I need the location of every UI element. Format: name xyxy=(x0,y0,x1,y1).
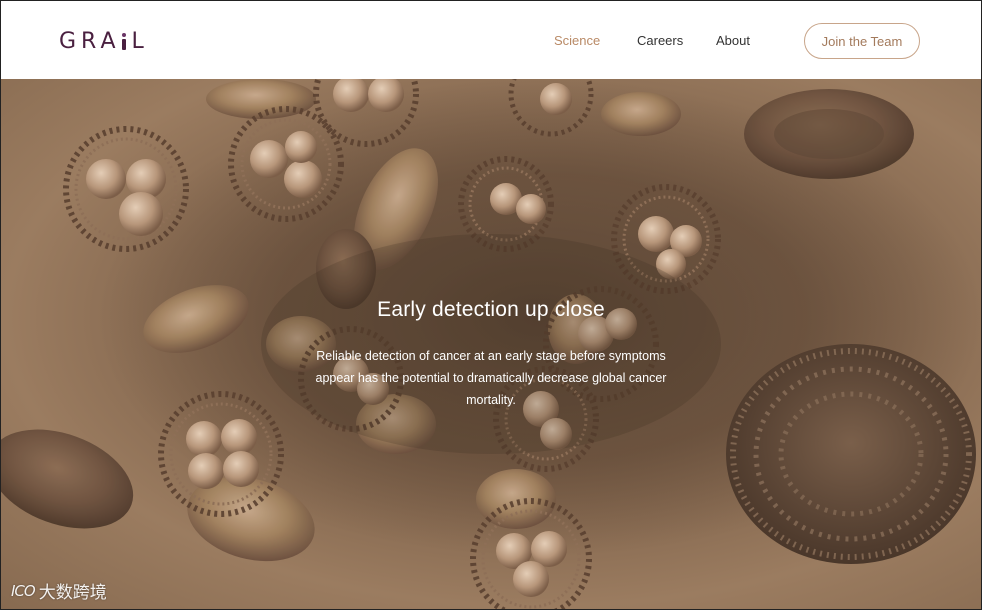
logo-i-mark-icon xyxy=(121,33,126,50)
nav-about-link[interactable]: About xyxy=(716,33,750,48)
hero-section: Early detection up close Reliable detect… xyxy=(1,79,981,609)
logo-text-l: L xyxy=(131,29,149,54)
hero-title: Early detection up close xyxy=(377,298,605,321)
join-the-team-button[interactable]: Join the Team xyxy=(804,23,920,59)
hero-subtitle: Reliable detection of cancer at an early… xyxy=(315,349,667,407)
nav-science-link[interactable]: Science xyxy=(554,33,600,48)
tumor-cell-shape xyxy=(726,344,976,564)
watermark-text: 大数跨境 xyxy=(38,583,107,603)
watermark-logo: ICO 大数跨境 xyxy=(11,578,107,604)
hero-background-image xyxy=(1,79,981,609)
logo-text-gra: GRA xyxy=(59,29,121,54)
watermark-mark-icon: ICO xyxy=(11,581,36,600)
nav-careers-link[interactable]: Careers xyxy=(637,33,683,48)
browser-page: GRA L Science Careers About Join the Team xyxy=(0,0,982,610)
site-header: GRA L Science Careers About Join the Team xyxy=(1,1,981,79)
grail-logo[interactable]: GRA L xyxy=(59,29,149,54)
